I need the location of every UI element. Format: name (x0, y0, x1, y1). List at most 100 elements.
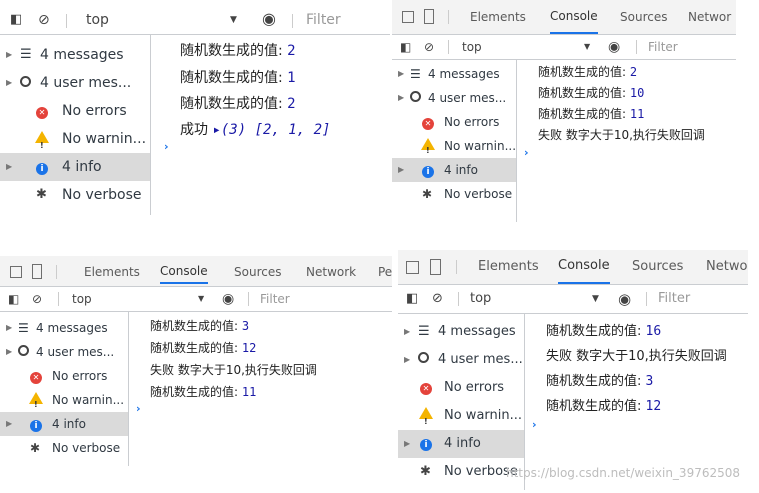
expand-arrow-icon[interactable]: ▶ (398, 62, 404, 86)
log-label: 随机数生成的值: (180, 96, 283, 112)
expand-arrow-icon[interactable]: ▶ (6, 41, 12, 69)
tab-network[interactable]: Networ (688, 0, 731, 34)
sidebar-item-info[interactable]: ▶ i 4 info (0, 412, 128, 436)
info-icon: i (422, 158, 434, 182)
tab-console[interactable]: Console (160, 256, 208, 284)
eye-icon[interactable]: ◉ (262, 7, 276, 31)
clear-console-icon[interactable]: ⊘ (38, 8, 50, 32)
tab-divider (456, 260, 457, 274)
tab-sources[interactable]: Sources (234, 256, 281, 284)
eye-icon[interactable]: ◉ (618, 285, 631, 313)
expand-arrow-icon[interactable]: ▶ (6, 340, 12, 364)
sidebar-item-info[interactable]: ▶ i 4 info (0, 153, 150, 181)
log-label: 随机数生成的值: (150, 319, 239, 333)
log-value: 3 (645, 374, 654, 389)
tab-sources[interactable]: Sources (632, 250, 683, 284)
sidebar-item-messages[interactable]: ▶ ☰ 4 messages (0, 41, 150, 69)
context-selector[interactable]: top (72, 287, 92, 311)
expand-arrow-icon[interactable]: ▶ (6, 316, 12, 340)
device-toolbar-icon[interactable] (32, 264, 42, 279)
sidebar-item-errors[interactable]: ✕ No errors (398, 374, 524, 402)
chevron-down-icon[interactable]: ▼ (584, 35, 590, 59)
expand-arrow-icon[interactable]: ▶ (6, 153, 12, 181)
context-selector[interactable]: top (462, 35, 482, 59)
sidebar-item-warnings[interactable]: No warnin... (0, 388, 128, 417)
sidebar-item-info[interactable]: ▶ i 4 info (392, 158, 516, 182)
console-prompt[interactable]: › (532, 418, 537, 431)
log-value: 16 (645, 324, 662, 339)
array-preview[interactable]: ▸(3) [2, 1, 2] (212, 122, 330, 138)
eye-icon[interactable]: ◉ (608, 35, 620, 59)
sidebar-item-errors[interactable]: ✕ No errors (392, 110, 516, 134)
console-prompt[interactable]: › (164, 140, 169, 153)
expand-arrow-icon[interactable]: ▶ (404, 318, 410, 346)
clear-console-icon[interactable]: ⊘ (32, 287, 42, 311)
sidebar-toggle-icon[interactable]: ◧ (8, 287, 19, 311)
sidebar-item-errors[interactable]: ✕ No errors (0, 364, 128, 388)
clear-console-icon[interactable]: ⊘ (424, 35, 434, 59)
sidebar-toggle-icon[interactable]: ◧ (406, 285, 418, 313)
tab-sources[interactable]: Sources (620, 0, 667, 34)
sidebar-item-messages[interactable]: ▶ ☰ 4 messages (0, 316, 128, 340)
filter-input[interactable]: Filter (658, 285, 690, 313)
sidebar-item-user-messages[interactable]: ▶ 4 user mes... (392, 86, 516, 110)
tab-performance[interactable]: Pe (378, 256, 392, 284)
tab-network[interactable]: Networ (706, 250, 748, 284)
sidebar-item-verbose[interactable]: ✱ No verbose (0, 436, 128, 460)
chevron-down-icon[interactable]: ▼ (198, 287, 204, 311)
expand-arrow-icon[interactable]: ▶ (404, 346, 410, 374)
sidebar-item-label: 4 user mes... (438, 352, 523, 367)
eye-icon[interactable]: ◉ (222, 287, 234, 311)
context-selector[interactable]: top (86, 8, 109, 32)
inspect-element-icon[interactable] (402, 11, 414, 23)
inspect-element-icon[interactable] (10, 266, 22, 278)
sidebar-item-label: No warnin... (62, 131, 147, 147)
inspect-element-icon[interactable] (406, 261, 419, 274)
device-toolbar-icon[interactable] (424, 9, 434, 24)
sidebar-toggle-icon[interactable]: ◧ (10, 8, 22, 32)
filter-input[interactable]: Filter (648, 35, 678, 59)
sidebar-item-messages[interactable]: ▶ ☰ 4 messages (392, 62, 516, 86)
sidebar-item-user-messages[interactable]: ▶ 4 user mes... (0, 69, 150, 97)
error-icon: ✕ (422, 110, 434, 134)
console-message: 随机数生成的值: 2 (180, 93, 296, 113)
expand-arrow-icon[interactable]: ▶ (398, 158, 404, 182)
expand-arrow-icon[interactable]: ▶ (404, 430, 410, 458)
sidebar-item-verbose[interactable]: ✱ No verbose (392, 182, 516, 206)
sidebar-item-user-messages[interactable]: ▶ 4 user mes... (0, 340, 128, 364)
log-label: 随机数生成的值: (546, 324, 642, 339)
sidebar-item-warnings[interactable]: No warnin... (398, 402, 524, 436)
console-message[interactable]: 成功 ▸(3) [2, 1, 2] (180, 119, 330, 139)
device-toolbar-icon[interactable] (430, 259, 441, 275)
sidebar-item-messages[interactable]: ▶ ☰ 4 messages (398, 318, 524, 346)
filter-input[interactable]: Filter (260, 287, 290, 311)
sidebar-item-warnings[interactable]: No warnin... (392, 134, 516, 163)
sidebar-item-user-messages[interactable]: ▶ 4 user mes... (398, 346, 524, 374)
sidebar-item-errors[interactable]: ✕ No errors (0, 97, 150, 125)
expand-arrow-icon[interactable]: ▶ (6, 412, 12, 436)
expand-arrow-icon[interactable]: ▶ (398, 86, 404, 110)
console-prompt[interactable]: › (136, 402, 141, 415)
console-sidebar: ▶ ☰ 4 messages ▶ 4 user mes... ✕ No erro… (392, 60, 517, 222)
tab-elements[interactable]: Elements (470, 0, 526, 34)
context-selector[interactable]: top (470, 285, 491, 313)
log-value: 2 (287, 43, 296, 59)
sidebar-item-warnings[interactable]: No warnin... (0, 125, 150, 160)
log-label: 随机数生成的值: (546, 374, 642, 389)
sidebar-item-info[interactable]: ▶ i 4 info (398, 430, 524, 458)
console-prompt[interactable]: › (524, 146, 529, 159)
tab-console[interactable]: Console (550, 0, 598, 34)
tab-elements[interactable]: Elements (84, 256, 140, 284)
filter-input[interactable]: Filter (306, 8, 341, 32)
expand-arrow-icon[interactable]: ▶ (6, 69, 12, 97)
chevron-down-icon[interactable]: ▼ (230, 8, 237, 32)
clear-console-icon[interactable]: ⊘ (432, 285, 443, 313)
tab-network[interactable]: Network (306, 256, 356, 284)
tab-console[interactable]: Console (558, 250, 610, 284)
sidebar-toggle-icon[interactable]: ◧ (400, 35, 411, 59)
sidebar-item-verbose[interactable]: ✱ No verbose (0, 181, 150, 209)
console-message: 随机数生成的值: 11 (538, 105, 644, 122)
chevron-down-icon[interactable]: ▼ (592, 285, 599, 313)
tab-elements[interactable]: Elements (478, 250, 539, 284)
devtools-panel-1: ◧ ⊘ top ▼ ◉ Filter ▶ ☰ 4 messages ▶ 4 us… (0, 0, 390, 215)
